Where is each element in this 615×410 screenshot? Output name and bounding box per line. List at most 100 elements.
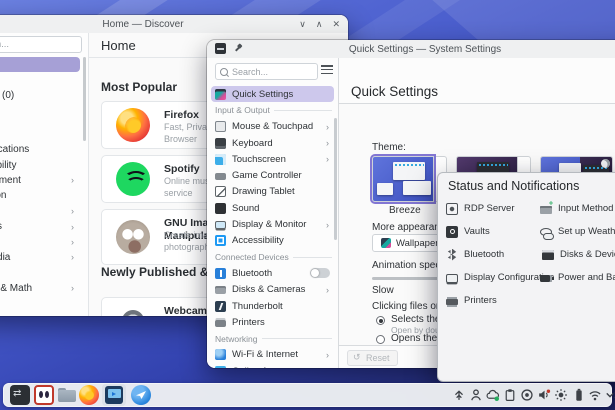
settings-item-icon: [215, 267, 226, 279]
popup-title: Status and Notifications: [448, 179, 580, 193]
rdp-indicator-icon[interactable]: [452, 388, 466, 402]
settings-sidebar-item[interactable]: Accessibility ›: [211, 233, 334, 249]
sidebar-item[interactable]: Graphics ›: [0, 219, 80, 234]
status-notifications-popup: Status and Notifications RDP Server Vaul…: [437, 172, 615, 382]
maximize-icon[interactable]: ∧: [316, 19, 323, 30]
eyes-app-icon[interactable]: [34, 385, 54, 405]
status-item-icon: [446, 299, 458, 305]
settings-sidebar-item[interactable]: Quick Settings ›: [211, 86, 334, 103]
settings-item-label: Accessibility: [232, 235, 284, 247]
reset-button[interactable]: Reset: [347, 350, 398, 366]
settings-item-icon: [215, 121, 226, 133]
sidebar-item[interactable]: About ›: [0, 119, 80, 134]
settings-item-icon: [215, 349, 226, 361]
discover-sidebar: Search... Home › Installed › Updates (0)…: [0, 33, 89, 316]
sidebar-item[interactable]: Internet ›: [0, 234, 80, 249]
sidebar-item[interactable]: Games ›: [0, 204, 80, 219]
user-icon[interactable]: [469, 388, 483, 402]
discover-icon[interactable]: [131, 385, 151, 405]
status-item[interactable]: Vaults: [446, 220, 538, 243]
brightness-icon[interactable]: [554, 388, 568, 402]
status-item-label: Disks & Devices: [560, 249, 615, 260]
status-item[interactable]: Set up Weather Report: [540, 220, 615, 243]
pin-icon[interactable]: [234, 44, 244, 54]
discover-titlebar[interactable]: Home — Discover ∨ ∧ ✕: [0, 15, 348, 34]
sidebar-item[interactable]: Settings ›: [0, 103, 80, 118]
settings-sidebar-item[interactable]: Thunderbolt ›: [211, 298, 334, 314]
status-item-icon: [540, 206, 552, 214]
wallpaper-icon: [381, 238, 391, 248]
sidebar-item[interactable]: Multimedia ›: [0, 250, 80, 265]
status-item[interactable]: Input Method: [540, 197, 615, 220]
status-item-label: RDP Server: [464, 203, 515, 214]
settings-sidebar-item[interactable]: Touchscreen ›: [211, 151, 334, 167]
sidebar-item[interactable]: Home ›: [0, 57, 80, 73]
theme-option-breeze[interactable]: ∨: [370, 154, 447, 204]
clipboard-icon[interactable]: [503, 388, 517, 402]
close-icon[interactable]: ✕: [332, 19, 340, 30]
settings-sidebar-item[interactable]: Game Controller ›: [211, 167, 334, 183]
app-icon: [116, 162, 150, 196]
status-item[interactable]: RDP Server: [446, 197, 538, 220]
radio-opens-them[interactable]: [376, 335, 385, 344]
file-manager-icon[interactable]: [57, 385, 77, 405]
section-heading-most-popular: Most Popular: [101, 80, 178, 94]
chevron-right-icon: ›: [326, 138, 329, 149]
status-item[interactable]: Printers: [446, 289, 538, 312]
sidebar-item[interactable]: Installed ›: [0, 72, 80, 87]
status-item[interactable]: Display Configuration: [446, 266, 554, 289]
status-item-icon: [446, 225, 458, 238]
settings-item-icon: [215, 235, 226, 247]
system-settings-task[interactable]: [102, 384, 126, 406]
minimize-icon[interactable]: ∨: [299, 19, 306, 30]
settings-sidebar-item[interactable]: Display & Monitor ›: [211, 216, 334, 232]
chevron-right-icon: ›: [326, 219, 329, 230]
status-item[interactable]: Power and Battery: [540, 266, 615, 289]
settings-sidebar-item[interactable]: Keyboard ›: [211, 135, 334, 151]
settings-sidebar-scrollbar[interactable]: [334, 118, 337, 240]
cloud-sync-icon[interactable]: [486, 388, 500, 402]
bluetooth-toggle[interactable]: [310, 268, 330, 279]
sidebar-item[interactable]: System ›: [0, 296, 80, 311]
settings-item-label: Drawing Tablet: [232, 186, 295, 198]
sidebar-item-label: Science & Math: [0, 282, 33, 294]
sidebar-item[interactable]: All Applications ›: [0, 142, 80, 157]
settings-section-header: Connected Devices: [207, 249, 338, 265]
settings-sidebar-item[interactable]: Drawing Tablet ›: [211, 184, 334, 200]
settings-titlebar[interactable]: Quick Settings — System Settings: [207, 40, 615, 59]
wifi-icon[interactable]: [588, 388, 602, 402]
sidebar-item[interactable]: Updates (0) ›: [0, 88, 80, 103]
hamburger-menu-icon[interactable]: [321, 65, 333, 75]
sidebar-item-label: Multimedia: [0, 251, 11, 263]
sidebar-item[interactable]: Development ›: [0, 173, 80, 188]
radio-selects-them[interactable]: [376, 316, 385, 325]
status-item[interactable]: Bluetooth: [446, 243, 538, 266]
settings-sidebar-item[interactable]: Sound ›: [211, 200, 334, 216]
chevron-right-icon: ›: [71, 206, 74, 217]
settings-sidebar-item[interactable]: Online Accounts ›: [211, 363, 334, 368]
sidebar-item[interactable]: Accessibility ›: [0, 157, 80, 172]
settings-search-placeholder: Search...: [232, 66, 269, 77]
status-item[interactable]: Disks & Devices: [540, 243, 615, 266]
battery-icon[interactable]: [572, 388, 586, 402]
settings-sidebar-item[interactable]: Printers ›: [211, 314, 334, 330]
settings-sidebar-item[interactable]: Bluetooth ›: [211, 265, 334, 281]
settings-item-label: Wi-Fi & Internet: [232, 349, 298, 361]
sidebar-item[interactable]: Office ›: [0, 265, 80, 280]
app-launcher-icon[interactable]: [10, 385, 30, 405]
settings-sidebar-item[interactable]: Wi-Fi & Internet ›: [211, 347, 334, 363]
settings-item-icon: [215, 186, 226, 198]
app-icon: [116, 108, 150, 142]
record-icon[interactable]: [520, 388, 534, 402]
discover-search-input[interactable]: Search...: [0, 36, 82, 53]
settings-sidebar-item[interactable]: Disks & Cameras ›: [211, 282, 334, 298]
firefox-icon[interactable]: [79, 385, 99, 405]
volume-icon[interactable]: [537, 388, 551, 402]
sidebar-item-label: Graphics: [0, 221, 2, 232]
sidebar-item[interactable]: Science & Math ›: [0, 280, 80, 295]
discover-sidebar-scrollbar[interactable]: [83, 57, 86, 141]
sidebar-item-label: Development: [0, 174, 21, 186]
settings-sidebar-item[interactable]: Mouse & Touchpad ›: [211, 119, 334, 135]
sidebar-item[interactable]: Education ›: [0, 188, 80, 203]
settings-search-input[interactable]: Search...: [215, 63, 318, 80]
